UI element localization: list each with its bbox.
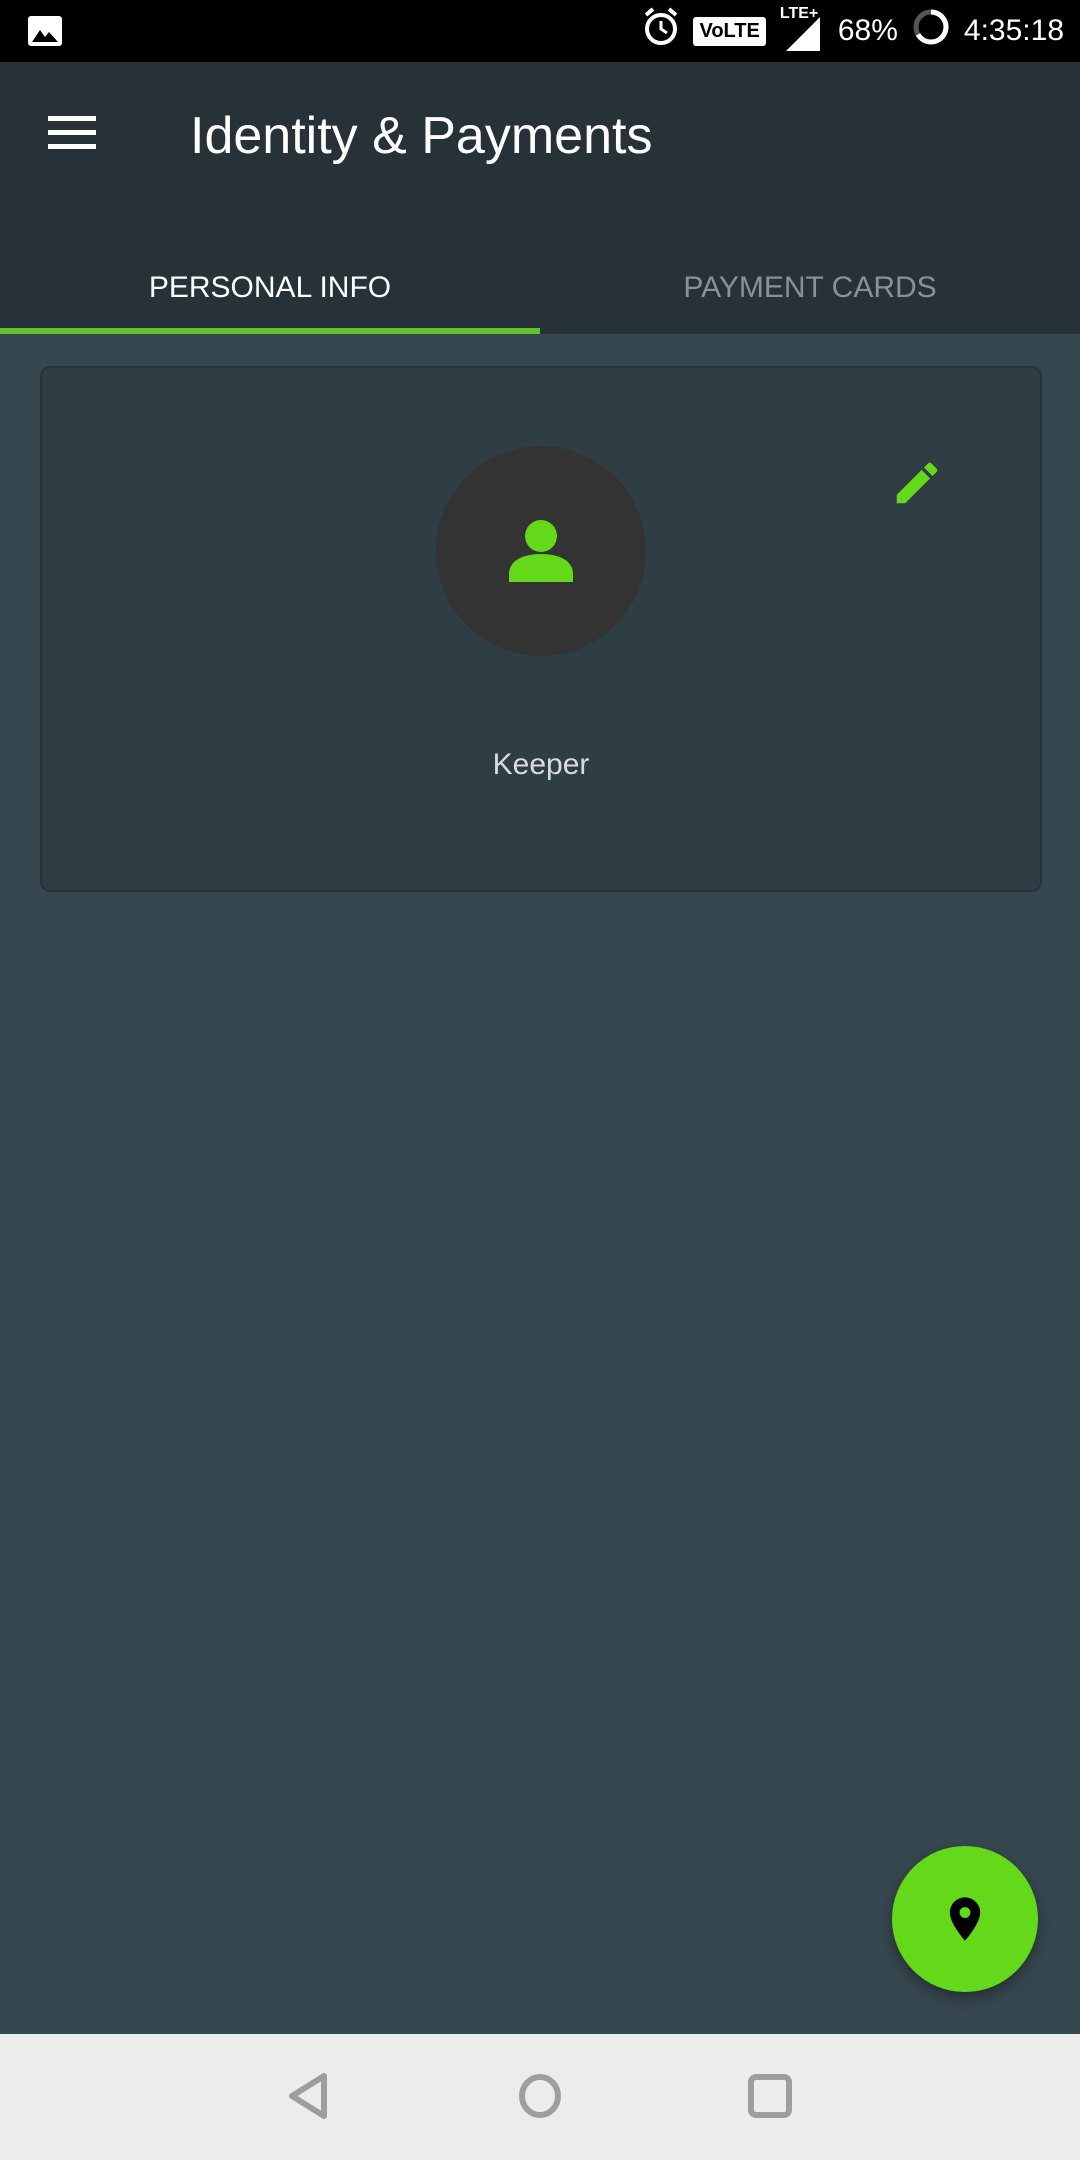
volte-icon: VoLTE: [693, 16, 766, 46]
avatar: [436, 446, 646, 656]
app-bar: Identity & Payments PERSONAL INFO PAYMEN…: [0, 62, 1080, 334]
clock: 4:35:18: [963, 14, 1064, 47]
system-navigation-bar: [0, 2034, 1080, 2160]
tab-bar: PERSONAL INFO PAYMENT CARDS: [0, 242, 1080, 334]
person-icon: [509, 520, 573, 582]
identity-card[interactable]: Keeper: [40, 366, 1042, 892]
lte-plus-signal-icon: LTE+: [780, 5, 824, 51]
identity-name: Keeper: [492, 748, 590, 781]
recents-icon[interactable]: [738, 2064, 802, 2128]
location-fab-button[interactable]: [892, 1846, 1038, 1992]
back-icon[interactable]: [278, 2064, 342, 2128]
active-tab-indicator: [0, 328, 540, 334]
pencil-icon[interactable]: [890, 456, 950, 516]
tab-label: PAYMENT CARDS: [683, 271, 937, 304]
tab-label: PERSONAL INFO: [148, 271, 392, 304]
tab-personal-info[interactable]: PERSONAL INFO: [0, 242, 540, 334]
alarm-icon: [643, 7, 679, 55]
tab-payment-cards[interactable]: PAYMENT CARDS: [540, 242, 1080, 334]
location-pin-icon: [949, 1897, 981, 1941]
battery-percentage: 68%: [837, 14, 898, 47]
page-title: Identity & Payments: [190, 107, 653, 165]
hamburger-menu-icon[interactable]: [40, 114, 96, 170]
image-icon: [28, 16, 62, 46]
status-bar: VoLTE LTE+ 68% 4:35:18: [0, 0, 1080, 62]
battery-ring-icon: [912, 8, 950, 54]
home-icon[interactable]: [508, 2064, 572, 2128]
